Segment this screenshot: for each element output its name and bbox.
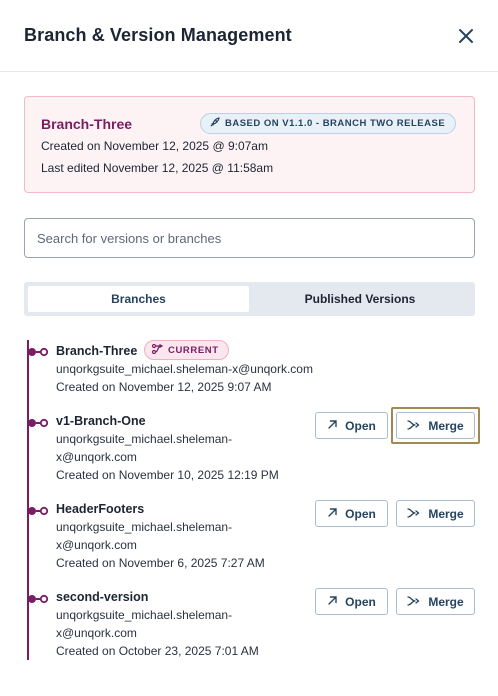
branch-created: Created on October 23, 2025 7:01 AM	[56, 644, 259, 658]
timeline-line	[27, 340, 29, 660]
open-button-label: Open	[345, 506, 376, 521]
branch-name: second-version	[56, 590, 149, 604]
open-button[interactable]: Open	[315, 412, 388, 439]
branch-name: Branch-Three	[56, 344, 138, 358]
branch-author-cont: x@unqork.com	[56, 626, 137, 640]
timeline-node	[26, 591, 50, 604]
based-on-label: BASED ON V1.1.0 - BRANCH TWO RELEASE	[225, 118, 446, 129]
branch-author: unqorkgsuite_michael.sheleman-	[56, 608, 233, 622]
merge-button[interactable]: Merge	[396, 412, 475, 439]
open-button-label: Open	[345, 594, 376, 609]
merge-button-label: Merge	[428, 594, 464, 609]
branch-created: Created on November 6, 2025 7:27 AM	[56, 556, 265, 570]
open-button[interactable]: Open	[315, 500, 388, 527]
current-branch-card: Branch-Three BASED ON V1.1.0 - BRANCH TW…	[24, 96, 475, 193]
tab-branches[interactable]: Branches	[28, 286, 249, 312]
branch-author: unqorkgsuite_michael.sheleman-	[56, 520, 233, 534]
current-badge-label: CURRENT	[168, 344, 219, 356]
branch-name: v1-Branch-One	[56, 414, 146, 428]
merge-icon	[407, 595, 421, 609]
external-arrow-icon	[327, 507, 338, 521]
branch-icon	[151, 341, 164, 359]
branch-author-cont: x@unqork.com	[56, 538, 137, 552]
last-edited-date: Last edited November 12, 2025 @ 11:58am	[41, 161, 274, 175]
branch-author: unqorkgsuite_michael.sheleman-	[56, 432, 233, 446]
merge-button[interactable]: Merge	[396, 500, 475, 527]
branch-name: HeaderFooters	[56, 502, 145, 516]
dialog-header: Branch & Version Management	[0, 0, 498, 72]
merge-icon	[407, 419, 421, 433]
branch-author-cont: x@unqork.com	[56, 450, 137, 464]
merge-button[interactable]: Merge	[396, 588, 475, 615]
current-badge: CURRENT	[144, 340, 229, 360]
timeline-node	[26, 415, 50, 428]
open-button[interactable]: Open	[315, 588, 388, 615]
timeline-node	[26, 344, 50, 357]
based-on-badge: BASED ON V1.1.0 - BRANCH TWO RELEASE	[200, 113, 457, 134]
open-button-label: Open	[345, 418, 376, 433]
dialog-title: Branch & Version Management	[24, 25, 292, 45]
tab-bar: Branches Published Versions	[24, 282, 475, 316]
close-icon[interactable]	[456, 26, 476, 46]
tab-published-versions[interactable]: Published Versions	[249, 286, 471, 312]
search-input[interactable]	[24, 218, 475, 258]
created-date: Created on November 12, 2025 @ 9:07am	[41, 139, 268, 153]
rocket-icon	[209, 115, 220, 133]
branch-created: Created on November 10, 2025 12:19 PM	[56, 468, 279, 482]
branch-author: unqorkgsuite_michael.sheleman-x@unqork.c…	[56, 362, 313, 376]
current-branch-name: Branch-Three	[41, 116, 133, 132]
external-arrow-icon	[327, 419, 338, 433]
timeline-node	[26, 503, 50, 516]
external-arrow-icon	[327, 595, 338, 609]
merge-button-label: Merge	[428, 418, 464, 433]
merge-icon	[407, 507, 421, 521]
branch-created: Created on November 12, 2025 9:07 AM	[56, 380, 272, 394]
merge-button-label: Merge	[428, 506, 464, 521]
